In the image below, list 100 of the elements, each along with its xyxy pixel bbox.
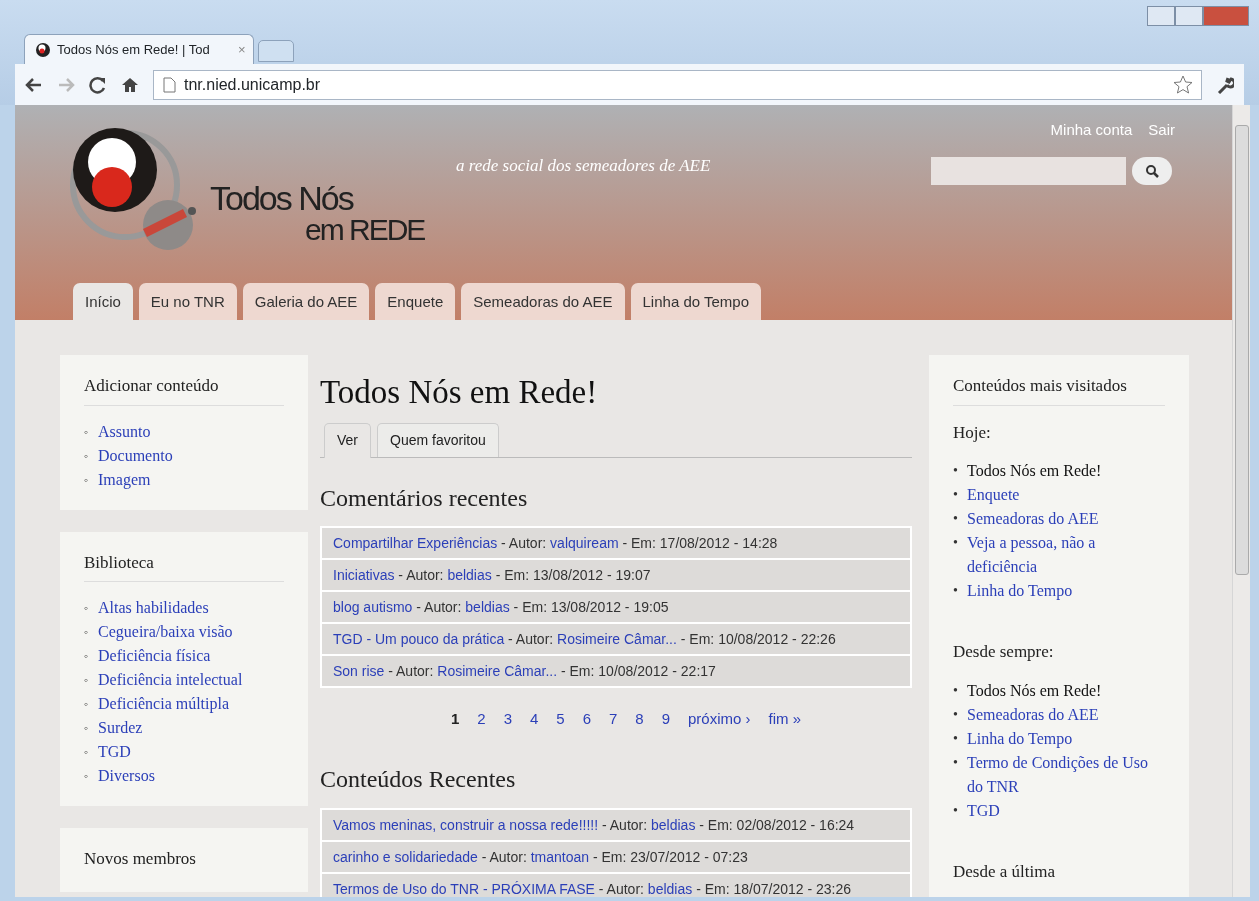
sidebar-link[interactable]: Termo de Condições de Uso do TNR [967,750,1165,799]
sidebar-link[interactable]: Deficiência física [98,644,211,668]
block-title: Novos membros [84,848,197,870]
site-slogan: a rede social dos semeadores de AEE [456,155,711,177]
list-marker: • [953,729,959,748]
pager-link[interactable]: 4 [529,708,539,731]
row-link[interactable]: Iniciativas [333,567,395,584]
sidebar-link[interactable]: Linha do Tempo [967,579,1073,603]
list-marker: ◦ [84,600,90,617]
logo-text: Todos Nós [210,181,355,215]
pager-link[interactable]: 6 [582,708,591,731]
page-tab[interactable]: Quem favoritou [377,422,499,457]
sidebar-link[interactable]: Assunto [98,419,151,444]
pager-link[interactable]: 8 [635,708,644,731]
row-text: - Autor: [501,535,547,552]
list-marker: • [953,534,959,552]
sidebar-link[interactable]: TGD [967,798,1000,823]
close-button[interactable] [1203,6,1249,26]
sidebar-link[interactable]: Deficiência intelectual [98,668,243,692]
list-marker: ◦ [84,672,90,689]
search-field[interactable] [931,157,1126,185]
sidebar-link[interactable]: Surdez [98,716,143,740]
sidebar-link[interactable]: Diversos [98,764,155,788]
sidebar-link[interactable]: Altas habilidades [98,596,209,620]
pager-link[interactable]: 3 [503,708,512,731]
block-title: Conteúdos mais visitados [953,373,1165,406]
sidebar-link[interactable]: Linha do Tempo [967,726,1073,751]
url-text: tnr.nied.unicamp.br [184,74,321,95]
search-button[interactable] [1132,157,1172,185]
new-tab-button[interactable] [258,40,294,62]
row-link[interactable]: beldias [465,599,510,616]
row-text: - Autor: [416,599,462,616]
sidebar-link[interactable]: TGD [98,740,131,764]
list-marker: • [953,705,959,724]
nav-tab[interactable]: Enquete [375,283,456,320]
pager-link[interactable]: próximo › [688,708,751,731]
scrollbar-thumb[interactable] [1235,125,1249,575]
block-title: Biblioteca [84,549,284,582]
list-marker: ◦ [84,447,90,465]
row-link[interactable]: blog autismo [333,599,413,616]
nav-tab[interactable]: Início [73,283,133,320]
row-link[interactable]: Termos de Uso do TNR - PRÓXIMA FASE [333,880,595,897]
nav-tab[interactable]: Eu no TNR [138,283,237,320]
star-icon[interactable] [1173,74,1193,95]
page-title: Todos Nós em Rede! [320,373,599,412]
row-text: - Autor: [481,848,527,865]
sidebar-link[interactable]: Veja a pessoa, não a deficiência [967,531,1165,579]
sidebar-link[interactable]: Imagem [98,467,151,492]
row-text: - Autor: [508,631,554,648]
maximize-button[interactable] [1175,6,1203,26]
row-link[interactable]: Vamos meninas, construir a nossa rede!!!!! [333,816,599,833]
row-link[interactable]: Rosimeire Câmar... [557,631,677,648]
nav-tab[interactable]: Linha do Tempo [630,283,761,320]
nav-tab[interactable]: Galeria do AEE [242,283,370,320]
list-marker: • [953,462,959,480]
row-text: - Em: 13/08/2012 - 19:07 [495,567,651,584]
list-marker: ◦ [84,768,90,785]
pager-link[interactable]: 5 [556,708,565,731]
current-page-text: Todos Nós em Rede! [967,680,1102,701]
pager-link[interactable]: 9 [661,708,671,731]
row-link[interactable]: tmantoan [530,848,590,865]
page-icon [162,76,176,93]
row-text: - Em: 02/08/2012 - 16:24 [699,816,855,833]
forward-icon[interactable] [57,75,75,94]
row-text: - Autor: [598,880,644,897]
sidebar-link[interactable]: Deficiência múltipla [98,692,230,716]
back-icon[interactable] [25,75,43,94]
row-link[interactable]: beldias [447,567,492,584]
pager-link[interactable]: fim » [768,708,802,731]
row-link[interactable]: valquiream [550,535,619,552]
sidebar-link[interactable]: Semeadoras do AEE [967,507,1099,531]
pager-link[interactable]: 7 [609,708,618,731]
sidebar-link[interactable]: Enquete [967,483,1020,507]
row-text: - Em: 18/07/2012 - 23:26 [696,880,851,897]
row-link[interactable]: Compartilhar Experiências [333,535,498,552]
row-link[interactable]: Rosimeire Câmar... [437,663,558,680]
page-tab[interactable]: Ver [324,422,371,458]
list-marker: ◦ [84,423,90,441]
section-heading: Comentários recentes [320,483,529,513]
scrollbar[interactable] [1232,105,1250,897]
sidebar-link[interactable]: Cegueira/baixa visão [98,620,233,644]
list-marker: ◦ [84,744,90,761]
row-text: - Em: 10/08/2012 - 22:26 [680,631,836,648]
sidebar-link[interactable]: Semeadoras do AEE [967,702,1099,727]
home-icon[interactable] [121,75,139,94]
row-link[interactable]: beldias [651,816,696,833]
minimize-button[interactable] [1147,6,1175,26]
group-heading: Hoje: [953,421,992,444]
row-link[interactable]: Son rise [333,663,385,680]
nav-tab[interactable]: Semeadoras do AEE [461,283,625,320]
address-bar[interactable]: tnr.nied.unicamp.br [153,69,1202,100]
row-link[interactable]: carinho e solidariedade [333,848,478,865]
browser-tab[interactable]: Todos Nós em Rede! | Tod × [24,34,254,64]
list-marker: • [953,486,959,504]
sidebar-link[interactable]: Documento [98,443,173,468]
reload-icon[interactable] [89,75,107,94]
row-link[interactable]: TGD - Um pouco da prática [333,631,505,648]
row-link[interactable]: beldias [647,880,693,897]
wrench-icon[interactable] [1216,75,1234,94]
pager-link[interactable]: 2 [477,708,486,731]
